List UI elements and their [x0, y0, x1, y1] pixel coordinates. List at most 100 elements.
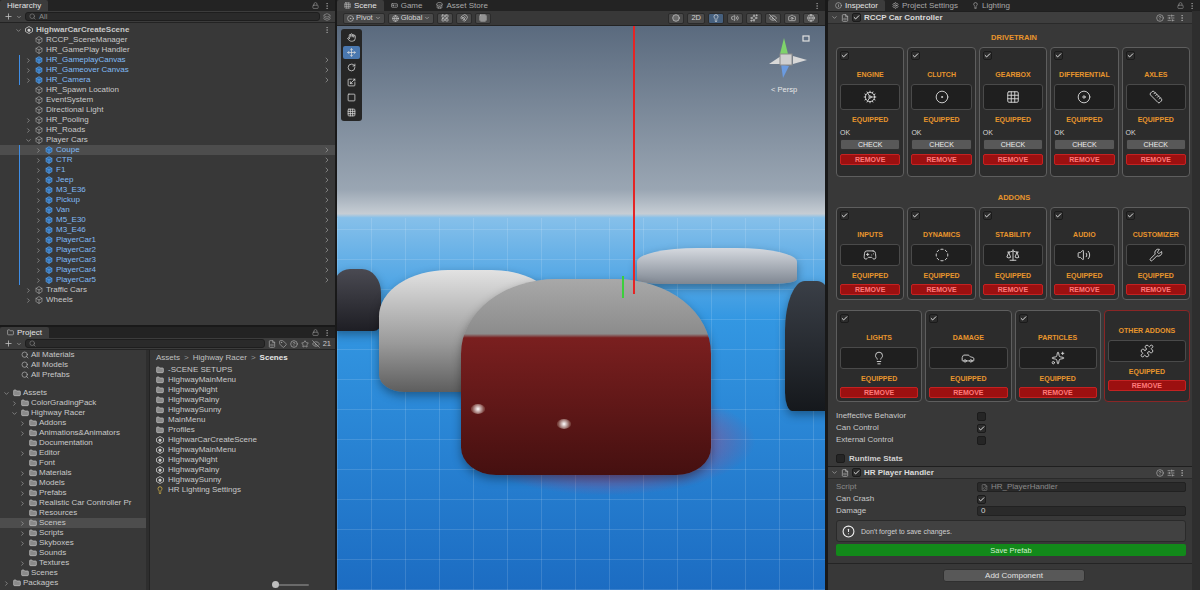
hierarchy-item[interactable]: HR_GamePlay Handler [0, 45, 335, 55]
remove-button[interactable]: REMOVE [983, 154, 1043, 165]
collapsed-arrow-icon[interactable] [25, 297, 32, 304]
remove-button[interactable]: REMOVE [1019, 387, 1097, 398]
module-button[interactable] [1108, 340, 1186, 362]
open-prefab-icon[interactable] [323, 166, 331, 174]
folder-tree-item[interactable]: All Models [0, 360, 146, 370]
f1-car[interactable] [337, 269, 381, 331]
hierarchy-item[interactable]: M3_E36 [0, 185, 335, 195]
folder-tree-item[interactable]: Scripts [0, 528, 146, 538]
hierarchy-item[interactable]: Directional Light [0, 105, 335, 115]
open-prefab-icon[interactable] [323, 276, 331, 284]
scene-tab[interactable]: Scene [337, 0, 384, 11]
collapsed-arrow-icon[interactable] [35, 257, 42, 264]
hierarchy-item[interactable]: HR_Camera [0, 75, 335, 85]
folder-tree-item[interactable]: Resources [0, 508, 146, 518]
scene-tab[interactable]: Game [384, 0, 430, 11]
collapsed-arrow-icon[interactable] [35, 147, 42, 154]
check-button[interactable]: CHECK [983, 139, 1043, 150]
lock-icon[interactable] [1177, 2, 1184, 9]
collapsed-arrow-icon[interactable] [25, 127, 32, 134]
folder-tree-item[interactable]: Textures [0, 558, 146, 568]
dark-car[interactable] [785, 281, 825, 411]
hierarchy-item[interactable]: HR_Roads [0, 125, 335, 135]
folder-tree-item[interactable]: Skyboxes [0, 538, 146, 548]
menu-icon[interactable] [323, 329, 331, 337]
mode-2d-button[interactable]: 2D [687, 13, 705, 24]
open-prefab-icon[interactable] [323, 146, 331, 154]
module-toggle[interactable] [929, 314, 938, 323]
check-button[interactable]: CHECK [1126, 139, 1186, 150]
open-prefab-icon[interactable] [323, 176, 331, 184]
create-icon[interactable] [4, 339, 13, 348]
asset-item[interactable]: HighwayNight [156, 455, 331, 465]
hierarchy-item[interactable]: CTR [0, 155, 335, 165]
module-toggle[interactable] [1019, 314, 1028, 323]
asset-item[interactable]: HighwayRainy [156, 395, 331, 405]
collapsed-arrow-icon[interactable] [25, 287, 32, 294]
collapsed-arrow-icon[interactable] [35, 167, 42, 174]
collapsed-arrow-icon[interactable] [25, 77, 32, 84]
scene-tab[interactable]: Asset Store [429, 0, 494, 11]
orientation-gizmo[interactable] [763, 34, 813, 82]
increment-button[interactable] [475, 13, 491, 24]
hierarchy-item[interactable]: Coupe [0, 145, 335, 155]
module-toggle[interactable] [1126, 211, 1135, 220]
expanded-arrow-icon[interactable] [15, 27, 22, 34]
runtime-stats-foldout[interactable]: Runtime Stats [836, 450, 1192, 466]
scene-visibility-icon[interactable] [323, 13, 331, 21]
snap-button[interactable] [456, 13, 472, 24]
projection-label[interactable]: < Persp [771, 86, 797, 94]
folder-tree-item[interactable]: Highway Racer [0, 408, 146, 418]
module-button[interactable] [840, 84, 900, 110]
remove-button[interactable]: REMOVE [1126, 284, 1186, 295]
hidden-objects-toggle[interactable] [765, 13, 781, 24]
collapsed-arrow-icon[interactable] [19, 530, 26, 537]
collapsed-arrow-icon[interactable] [19, 470, 26, 477]
runtime-stats-toggle[interactable] [836, 454, 845, 463]
hierarchy-item[interactable]: PlayerCar4 [0, 265, 335, 275]
hierarchy-item[interactable]: RCCP_SceneManager [0, 35, 335, 45]
breadcrumb-item[interactable]: Scenes [260, 353, 288, 362]
hierarchy-item[interactable]: Pickup [0, 195, 335, 205]
folder-tree-item[interactable]: Documentation [0, 438, 146, 448]
hierarchy-item[interactable]: HighwarCarCreateScene [0, 25, 335, 35]
search-by-type-icon[interactable] [268, 340, 276, 348]
folder-tree-item[interactable]: All Prefabs [0, 370, 146, 380]
module-button[interactable] [983, 84, 1043, 110]
project-search-field[interactable] [25, 339, 265, 348]
hierarchy-item[interactable]: M3_E46 [0, 225, 335, 235]
tool-button[interactable] [343, 46, 360, 59]
option-toggle[interactable] [977, 424, 986, 433]
gizmos-button[interactable] [803, 13, 819, 24]
field-toggle[interactable] [977, 495, 986, 504]
folder-tree-item[interactable]: All Materials [0, 350, 146, 360]
open-prefab-icon[interactable] [323, 266, 331, 274]
collapsed-arrow-icon[interactable] [35, 237, 42, 244]
module-button[interactable] [1126, 84, 1186, 110]
collapsed-arrow-icon[interactable] [19, 560, 26, 567]
collapsed-arrow-icon[interactable] [3, 580, 10, 587]
module-button[interactable] [1054, 244, 1114, 266]
open-prefab-icon[interactable] [323, 76, 331, 84]
open-prefab-icon[interactable] [323, 226, 331, 234]
tool-button[interactable] [343, 91, 360, 104]
collapsed-arrow-icon[interactable] [35, 277, 42, 284]
collapsed-arrow-icon[interactable] [19, 430, 26, 437]
collapsed-arrow-icon[interactable] [35, 177, 42, 184]
breadcrumb-item[interactable]: Assets [156, 353, 180, 362]
hierarchy-item[interactable]: Wheels [0, 295, 335, 305]
collapsed-arrow-icon[interactable] [35, 217, 42, 224]
menu-icon[interactable] [1188, 2, 1196, 10]
audio-toggle[interactable] [727, 13, 743, 24]
number-field[interactable]: 0 [977, 506, 1186, 516]
asset-item[interactable]: MainMenu [156, 415, 331, 425]
collapsed-arrow-icon[interactable] [35, 197, 42, 204]
module-button[interactable] [983, 244, 1043, 266]
module-button[interactable] [911, 84, 971, 110]
module-toggle[interactable] [911, 51, 920, 60]
inspector-tab[interactable]: Lighting [965, 0, 1017, 11]
grid-button[interactable] [437, 13, 453, 24]
expanded-arrow-icon[interactable] [3, 390, 10, 397]
open-prefab-icon[interactable] [323, 256, 331, 264]
module-button[interactable] [929, 347, 1007, 369]
